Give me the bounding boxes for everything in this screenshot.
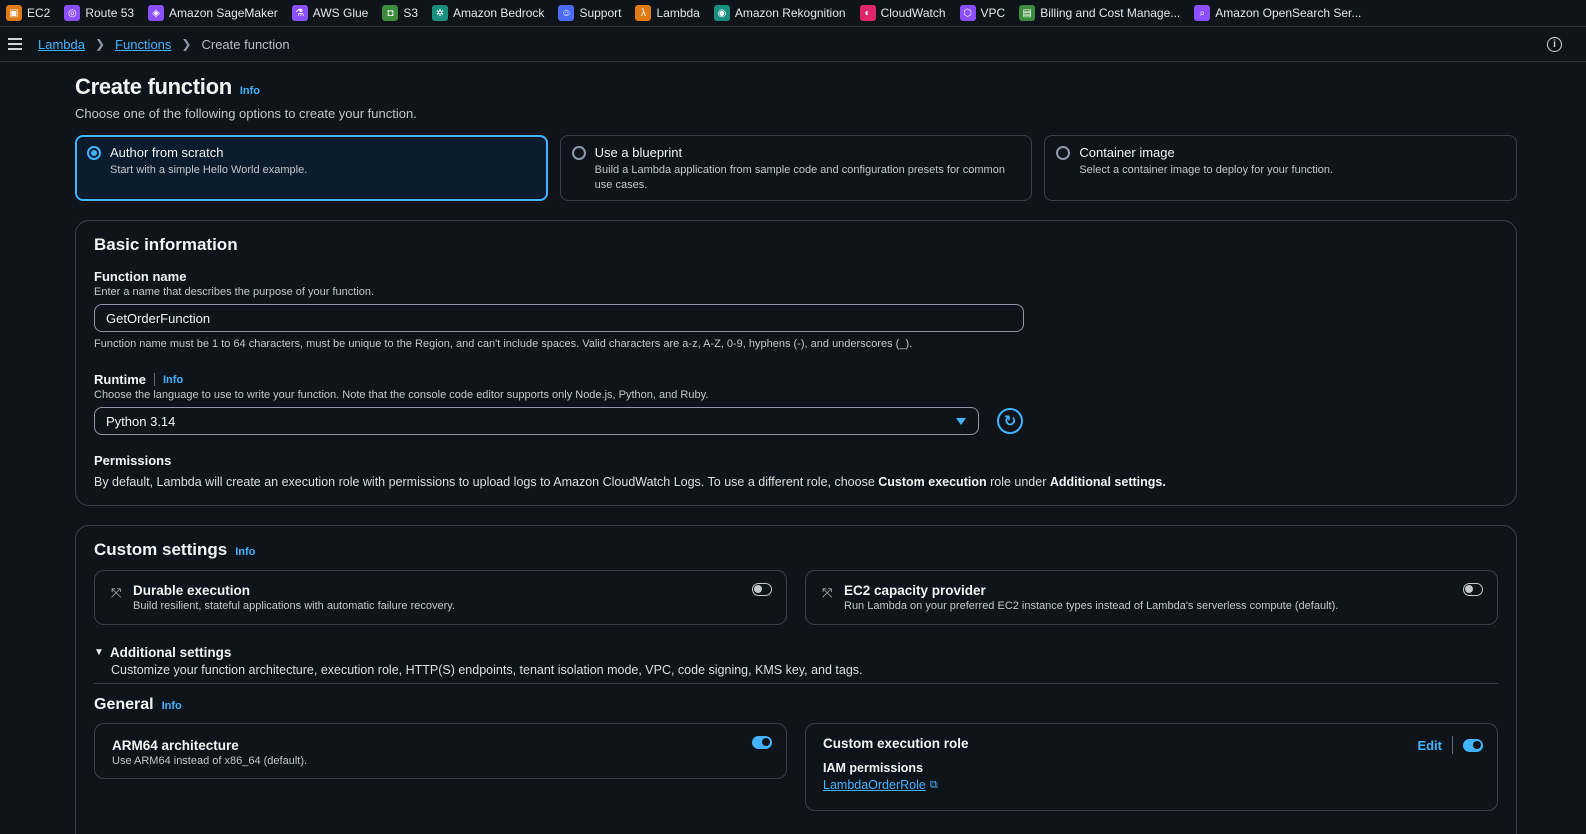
chevron-right-icon: ❯ bbox=[94, 37, 106, 51]
custom-execution-role-card: Custom execution role Edit IAM permissio… bbox=[805, 723, 1498, 811]
runtime-select[interactable]: Python 3.14 bbox=[94, 407, 979, 435]
info-circle-icon[interactable]: i bbox=[1547, 37, 1562, 52]
favorite-opensearch[interactable]: ⌕ Amazon OpenSearch Ser... bbox=[1194, 5, 1361, 21]
runtime-label: Runtime bbox=[94, 372, 146, 387]
favorite-ec2[interactable]: ▣ EC2 bbox=[6, 5, 50, 21]
arm64-architecture-card: ARM64 architecture Use ARM64 instead of … bbox=[94, 723, 787, 779]
caret-down-icon: ▼ bbox=[94, 647, 104, 658]
favorite-vpc[interactable]: ⬡ VPC bbox=[959, 5, 1005, 21]
support-icon: ☺ bbox=[558, 5, 575, 21]
breadcrumb: Lambda ❯ Functions ❯ Create function bbox=[38, 37, 290, 52]
runtime-description: Choose the language to use to write your… bbox=[94, 389, 709, 401]
favorites-bar: ▣ EC2 ◎ Route 53 ◈ Amazon SageMaker ⚗ AWS Gl… bbox=[0, 0, 1586, 27]
favorite-sagemaker[interactable]: ◈ Amazon SageMaker bbox=[148, 5, 278, 21]
breadcrumb-bar: Lambda ❯ Functions ❯ Create function i bbox=[0, 27, 1586, 62]
rekognition-icon: ◉ bbox=[713, 5, 730, 21]
additional-settings-description: Customize your function architecture, ex… bbox=[111, 663, 863, 677]
general-title: General bbox=[94, 696, 154, 713]
breadcrumb-lambda[interactable]: Lambda bbox=[38, 37, 85, 52]
function-name-description: Enter a name that describes the purpose … bbox=[94, 286, 375, 298]
durable-execution-icon: ⤧ bbox=[111, 585, 122, 600]
bedrock-icon: ✲ bbox=[432, 5, 449, 21]
glue-icon: ⚗ bbox=[291, 5, 308, 21]
custom-settings-info-link[interactable]: Info bbox=[235, 546, 255, 558]
menu-icon[interactable] bbox=[8, 38, 22, 50]
info-link[interactable]: Info bbox=[240, 85, 260, 97]
main-content: Create function Info Choose one of the f… bbox=[75, 62, 1518, 834]
additional-settings-expander[interactable]: ▼ Additional settings bbox=[94, 645, 1498, 660]
radio-icon[interactable] bbox=[571, 146, 586, 160]
ec2-capacity-provider-toggle[interactable] bbox=[1463, 583, 1483, 596]
custom-execution-role-toggle[interactable] bbox=[1463, 738, 1483, 752]
opensearch-icon: ⌕ bbox=[1194, 5, 1211, 21]
option-author-from-scratch[interactable]: Author from scratch Start with a simple … bbox=[75, 135, 548, 201]
permissions-text: By default, Lambda will create an execut… bbox=[94, 475, 1166, 489]
lambda-icon: λ bbox=[635, 5, 652, 21]
function-name-input[interactable]: GetOrderFunction bbox=[94, 304, 1024, 332]
basic-information-panel: Basic information Function name Enter a … bbox=[75, 220, 1517, 506]
section-title: Custom settings bbox=[94, 540, 228, 559]
radio-icon[interactable] bbox=[1056, 146, 1071, 160]
ec2-capacity-provider-card: ⤧ EC2 capacity provider Run Lambda on yo… bbox=[805, 570, 1498, 625]
function-name-label: Function name bbox=[94, 269, 187, 284]
cloudwatch-icon: ◐ bbox=[859, 5, 876, 21]
favorite-billing[interactable]: ▤ Billing and Cost Manage... bbox=[1019, 5, 1180, 21]
chevron-right-icon: ❯ bbox=[181, 37, 192, 51]
divider bbox=[94, 683, 1498, 684]
billing-icon: ▤ bbox=[1019, 5, 1036, 21]
runtime-info-link[interactable]: Info bbox=[163, 374, 183, 386]
favorite-lambda[interactable]: λ Lambda bbox=[635, 5, 700, 21]
favorite-s3[interactable]: ◘ S3 bbox=[382, 5, 418, 21]
general-info-link[interactable]: Info bbox=[162, 700, 182, 712]
arm64-toggle[interactable] bbox=[752, 736, 772, 749]
ec2-icon: ▣ bbox=[6, 5, 22, 21]
route53-icon: ◎ bbox=[64, 5, 81, 21]
breadcrumb-current: Create function bbox=[201, 36, 290, 52]
iam-permissions-label: IAM permissions bbox=[823, 761, 924, 775]
caret-down-icon bbox=[956, 418, 966, 425]
divider bbox=[154, 373, 155, 386]
external-link-icon: ⧉ bbox=[929, 778, 938, 791]
radio-selected-icon[interactable] bbox=[87, 146, 101, 160]
creation-options: Author from scratch Start with a simple … bbox=[75, 135, 1518, 201]
favorite-cloudwatch[interactable]: ◐ CloudWatch bbox=[859, 5, 946, 21]
permissions-label: Permissions bbox=[94, 453, 172, 468]
ec2-capacity-provider-icon: ⤧ bbox=[822, 585, 833, 600]
favorite-support[interactable]: ☺ Support bbox=[558, 5, 621, 21]
favorite-rekognition[interactable]: ◉ Amazon Rekognition bbox=[713, 5, 846, 21]
edit-link[interactable]: Edit bbox=[1417, 738, 1442, 753]
divider bbox=[1452, 736, 1453, 754]
favorite-bedrock[interactable]: ✲ Amazon Bedrock bbox=[432, 5, 544, 21]
s3-icon: ◘ bbox=[382, 5, 399, 21]
durable-execution-card: ⤧ Durable execution Build resilient, sta… bbox=[94, 570, 787, 625]
iam-role-link[interactable]: LambdaOrderRole bbox=[823, 778, 926, 792]
option-container-image[interactable]: Container image Select a container image… bbox=[1044, 135, 1518, 201]
function-name-constraint: Function name must be 1 to 64 characters… bbox=[94, 338, 913, 350]
custom-settings-panel: Custom settings Info ⤧ Durable execution… bbox=[75, 525, 1517, 834]
favorite-route53[interactable]: ◎ Route 53 bbox=[64, 5, 134, 21]
sagemaker-icon: ◈ bbox=[148, 5, 165, 21]
favorite-glue[interactable]: ⚗ AWS Glue bbox=[291, 5, 368, 21]
breadcrumb-functions[interactable]: Functions bbox=[115, 37, 171, 52]
section-title: Basic information bbox=[94, 235, 238, 254]
durable-execution-toggle[interactable] bbox=[752, 583, 772, 596]
option-use-blueprint[interactable]: Use a blueprint Build a Lambda applicati… bbox=[559, 135, 1033, 201]
refresh-icon[interactable]: ↻ bbox=[997, 408, 1023, 434]
page-title: Create function bbox=[75, 74, 232, 99]
page-subtitle: Choose one of the following options to c… bbox=[75, 106, 417, 121]
vpc-icon: ⬡ bbox=[959, 5, 976, 21]
